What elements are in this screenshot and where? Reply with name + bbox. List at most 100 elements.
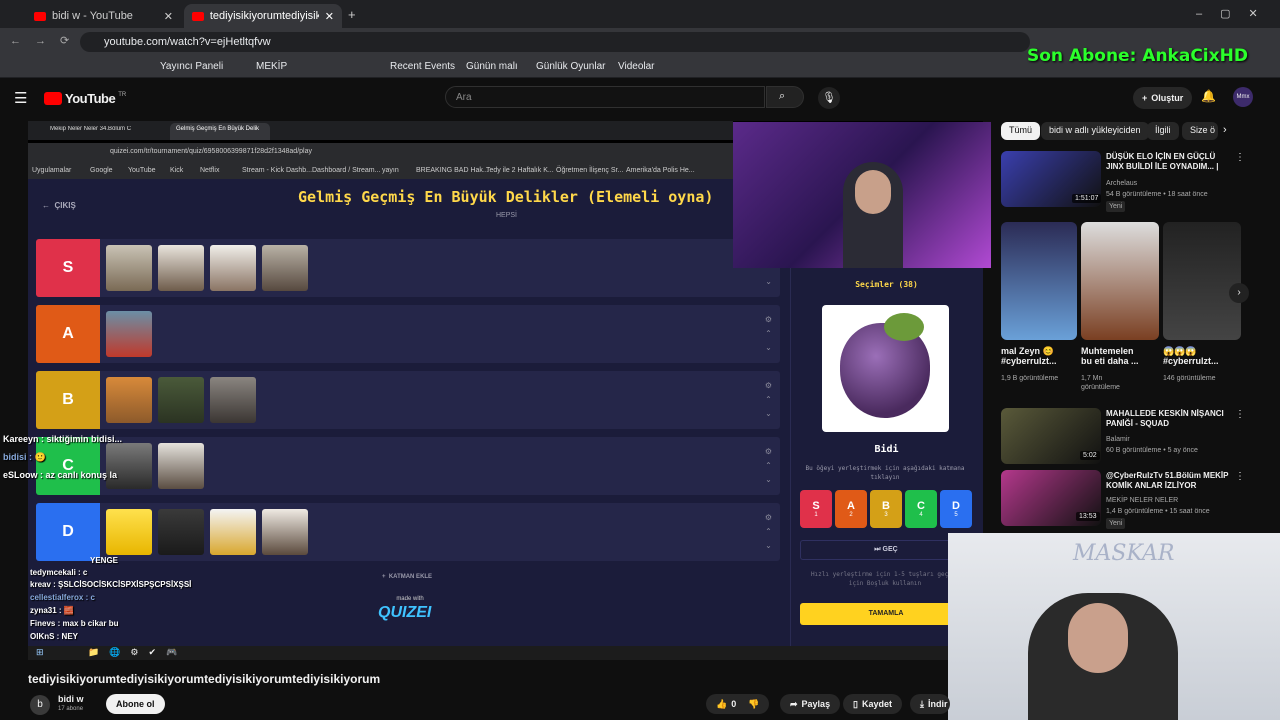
bookmark-icon: ▯: [853, 698, 858, 709]
thumbs-down-icon[interactable]: 👎: [748, 699, 759, 710]
address-bar[interactable]: youtube.com/watch?v=ejHetltqfvw: [80, 32, 1030, 52]
taskbar-apps-icon: 📁🌐⚙✔🎮: [88, 647, 188, 657]
chip-for-you[interactable]: Size ö: [1182, 122, 1218, 140]
video-channel[interactable]: Balamir: [1106, 435, 1130, 444]
video-title[interactable]: @CyberRulzTv 51.Bölüm MEKİP KOMİK ANLAR …: [1106, 471, 1231, 491]
chip-related[interactable]: İlgili: [1147, 122, 1179, 140]
finish-button: TAMAMLA: [800, 603, 972, 625]
more-options-icon[interactable]: ⋮: [1235, 409, 1245, 420]
channel-avatar[interactable]: b: [30, 695, 50, 715]
short-views: 1,9 B görüntüleme: [1001, 375, 1059, 382]
bookmark-item[interactable]: Recent Events: [390, 61, 455, 72]
add-layer-button: + KATMAN EKLE: [382, 574, 433, 580]
chevron-right-icon[interactable]: ›: [1223, 124, 1227, 136]
tier-button-label: A: [847, 500, 855, 512]
chat-message: Finevs : max b cikar bu: [30, 619, 119, 628]
video-duration: 1:51:07: [1072, 194, 1102, 203]
inner-bookmark-item: Uygulamalar: [32, 167, 72, 174]
more-options-icon[interactable]: ⋮: [1235, 471, 1245, 482]
close-tab-icon[interactable]: ✕: [325, 10, 334, 23]
search-icon: ⌕: [779, 90, 786, 102]
search-placeholder: Ara: [456, 92, 472, 103]
tier-button-key: 3: [884, 512, 888, 518]
row-controls-icon: ⚙ ⌃ ⌄: [764, 381, 772, 418]
bookmark-item[interactable]: Günün malı: [466, 61, 518, 72]
new-badge: Yeni: [1106, 201, 1126, 212]
tier-item-image: [262, 509, 308, 555]
quizei-logo: QUIZEI: [378, 604, 432, 621]
save-button[interactable]: ▯ Kaydet: [843, 694, 902, 714]
search-input[interactable]: Ara: [445, 86, 765, 108]
bookmark-item[interactable]: Günlük Oyunlar: [536, 61, 605, 72]
tier-row-c: C ⚙ ⌃ ⌄: [36, 437, 780, 495]
create-button[interactable]: + Oluştur: [1133, 87, 1193, 109]
video-title[interactable]: MAHALLEDE KESKİN NİŞANCI PANİĞİ - SQUAD: [1106, 409, 1231, 429]
selections-count: Seçimler (38): [855, 280, 918, 289]
browser-tab-1[interactable]: bidi w - YouTube ✕: [26, 4, 181, 28]
subscribe-button[interactable]: Abone ol: [106, 694, 165, 714]
streamer-face-image: [855, 170, 891, 214]
video-channel[interactable]: Archelaus: [1106, 179, 1137, 188]
region-code: TR: [118, 91, 127, 98]
inner-bookmark-item: Dashboard / Stream...: [312, 167, 381, 174]
bookmark-item[interactable]: Videolar: [618, 61, 655, 72]
short-thumbnail[interactable]: [1081, 222, 1159, 340]
like-button[interactable]: 👍 0 👎: [706, 694, 770, 714]
streamer-webcam: [733, 122, 991, 268]
made-with-text: made with: [396, 596, 424, 602]
short-title[interactable]: mal Zeyn 😊 #cyberrulzt...: [1001, 346, 1061, 366]
short-thumbnail[interactable]: [1001, 222, 1077, 340]
avatar[interactable]: Mmx: [1233, 87, 1253, 107]
bookmark-item[interactable]: MEKİP: [256, 61, 287, 72]
window-controls[interactable]: –▢✕: [1196, 7, 1276, 20]
more-options-icon[interactable]: ⋮: [1235, 152, 1245, 163]
video-title: tediyisikiyorumtediyisikiyorumtediyisiki…: [28, 672, 381, 686]
close-tab-icon[interactable]: ✕: [164, 10, 173, 23]
notifications-bell-icon[interactable]: 🔔: [1201, 89, 1216, 103]
share-button[interactable]: ➦ Paylaş: [780, 694, 841, 714]
tier-item-image: [106, 509, 152, 555]
search-button[interactable]: ⌕: [766, 86, 804, 108]
channel-name[interactable]: bidi w: [58, 694, 84, 704]
tier-row-a: A ⚙ ⌃ ⌄: [36, 305, 780, 363]
inner-bookmark-item: BREAKING BAD Hak...: [416, 167, 489, 174]
tier-item-image: [210, 245, 256, 291]
stream-bookmarks-bar: Uygulamalar Google YouTube Kick Netflix Strea…: [28, 163, 733, 179]
chat-message: cellestialferox : c: [30, 593, 95, 602]
tier-button-key: 4: [919, 512, 923, 518]
download-button[interactable]: ⤓ İndir: [910, 694, 950, 714]
inner-tab: Mekip Neler Neler 34.Bölüm C: [50, 126, 132, 132]
current-item-image: [822, 305, 949, 432]
row-controls-icon: ⚙ ⌃ ⌄: [764, 315, 772, 352]
tier-item-image: [158, 443, 204, 489]
short-title[interactable]: Muhtemelen bu eti daha ...: [1081, 346, 1143, 366]
microphone-icon[interactable]: 🎙: [818, 87, 840, 109]
chat-message: OlKnS : NEY: [30, 632, 79, 641]
video-channel[interactable]: MEKİP NELER NELER: [1106, 496, 1178, 505]
skip-button: ⏭ GEÇ: [800, 540, 972, 560]
video-title[interactable]: DÜŞÜK ELO İÇİN EN GÜÇLÜ JINX BUİLDİ İLE …: [1106, 152, 1231, 172]
short-title[interactable]: 😱😱😱 #cyberrulzt...: [1163, 346, 1225, 366]
video-duration: 13:53: [1076, 512, 1100, 521]
chevron-down-icon: ⌄: [765, 277, 772, 286]
chip-uploader[interactable]: bidi w adlı yükleyiciden: [1041, 122, 1149, 140]
guest-webcam: MASKAR: [948, 533, 1280, 720]
chip-all[interactable]: Tümü: [1001, 122, 1041, 140]
tier-label: A: [36, 305, 100, 363]
browser-tab-2[interactable]: tediyisikiyorumtediyisikiyor ✕: [184, 4, 342, 28]
menu-icon[interactable]: ☰: [14, 89, 27, 107]
nav-arrows-icon[interactable]: ←→⟳: [10, 34, 83, 47]
tier-label: C: [36, 437, 100, 495]
tier-item-image: [106, 443, 152, 489]
short-thumbnail[interactable]: [1163, 222, 1241, 340]
tier-row-s: S ⌄: [36, 239, 780, 297]
shorts-next-arrow-icon[interactable]: ›: [1229, 283, 1249, 303]
bookmark-item[interactable]: Yayıncı Paneli: [160, 61, 223, 72]
youtube-logo[interactable]: YouTube TR: [44, 91, 126, 106]
tier-item-image: [210, 509, 256, 555]
chat-message: tedymcekali : c: [30, 568, 88, 577]
chat-message: zyna31 : 🧱: [30, 606, 74, 615]
new-tab-icon[interactable]: +: [348, 7, 356, 22]
tier-button-s: S1: [800, 490, 832, 528]
guest-face-image: [1068, 603, 1128, 673]
